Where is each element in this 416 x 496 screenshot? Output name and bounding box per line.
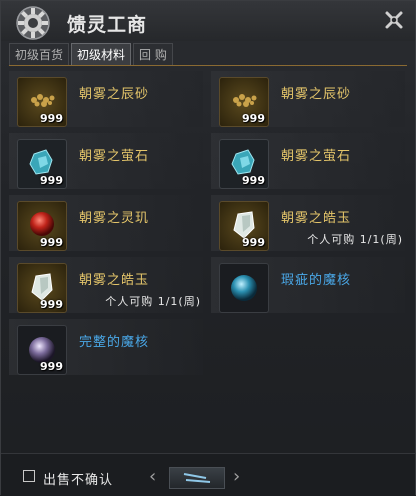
shop-item-fluorite[interactable]: 999 朝雾之萤石 <box>211 133 405 189</box>
item-quantity: 999 <box>40 236 63 249</box>
close-icon[interactable] <box>383 9 405 31</box>
sell-no-confirm-checkbox[interactable] <box>23 470 35 482</box>
window-header: 馈灵工商 <box>1 1 415 41</box>
flawed-core-icon <box>231 275 257 301</box>
gear-icon <box>16 6 50 40</box>
page-selector-graphic <box>183 473 211 483</box>
item-quantity: 999 <box>40 298 63 311</box>
shop-item-cinnabar[interactable]: 999 朝雾之辰砂 <box>211 71 405 127</box>
tab-basic-goods[interactable]: 初级百货 <box>9 43 70 66</box>
shop-item-cinnabar[interactable]: 999 朝雾之辰砂 <box>9 71 203 127</box>
item-slot: 999 <box>17 77 67 127</box>
item-slot: 999 <box>17 139 67 189</box>
shop-item-spirit-pearl[interactable]: 999 朝雾之灵玑 <box>9 195 203 251</box>
window-title: 馈灵工商 <box>67 14 148 36</box>
item-slot: 999 <box>219 77 269 127</box>
item-name: 朝雾之皓玉 <box>79 273 150 288</box>
item-name: 朝雾之灵玑 <box>79 211 150 226</box>
item-quantity: 999 <box>242 112 265 125</box>
item-name: 朝雾之辰砂 <box>79 87 150 102</box>
sell-no-confirm-label: 出售不确认 <box>43 473 114 488</box>
item-name: 瑕疵的魔核 <box>281 273 352 288</box>
item-name: 朝雾之萤石 <box>281 149 352 164</box>
shop-item-white-jade[interactable]: 999 朝雾之皓玉 个人可购 1/1(周) <box>9 257 203 313</box>
footer-bar: 出售不确认 ‹ › <box>1 453 415 496</box>
item-slot: 999 <box>17 325 67 375</box>
next-page-icon[interactable]: › <box>233 466 240 487</box>
shop-item-fluorite[interactable]: 999 朝雾之萤石 <box>9 133 203 189</box>
item-name: 朝雾之辰砂 <box>281 87 352 102</box>
item-quantity: 999 <box>40 360 63 373</box>
item-slot: 999 <box>17 263 67 313</box>
item-quantity: 999 <box>242 174 265 187</box>
item-quantity: 999 <box>40 174 63 187</box>
tab-divider <box>9 65 407 66</box>
shop-item-white-jade[interactable]: 999 朝雾之皓玉 个人可购 1/1(周) <box>211 195 405 251</box>
item-slot: 999 <box>219 201 269 251</box>
tab-buyback[interactable]: 回 购 <box>133 43 173 66</box>
item-quantity: 999 <box>40 112 63 125</box>
purchase-limit: 个人可购 1/1(周) <box>105 295 201 308</box>
item-grid: 999 朝雾之辰砂 999 朝雾之辰砂 999 朝雾之萤石 999 朝雾之萤石 … <box>9 71 407 383</box>
shop-item-flawed-core[interactable]: 瑕疵的魔核 <box>211 257 405 313</box>
tab-basic-materials[interactable]: 初级材料 <box>71 43 132 66</box>
item-slot <box>219 263 269 313</box>
item-name: 朝雾之皓玉 <box>281 211 352 226</box>
item-name: 完整的魔核 <box>79 335 150 350</box>
item-slot: 999 <box>17 201 67 251</box>
item-name: 朝雾之萤石 <box>79 149 150 164</box>
purchase-limit: 个人可购 1/1(周) <box>307 233 403 246</box>
shop-item-complete-core[interactable]: 999 完整的魔核 <box>9 319 203 375</box>
prev-page-icon[interactable]: ‹ <box>149 466 156 487</box>
item-slot: 999 <box>219 139 269 189</box>
shop-window: 馈灵工商 初级百货 初级材料 回 购 999 朝雾之辰砂 999 朝雾之辰砂 9… <box>0 0 416 496</box>
tab-bar: 初级百货 初级材料 回 购 <box>9 43 175 66</box>
item-quantity: 999 <box>242 236 265 249</box>
page-selector[interactable] <box>169 467 225 489</box>
